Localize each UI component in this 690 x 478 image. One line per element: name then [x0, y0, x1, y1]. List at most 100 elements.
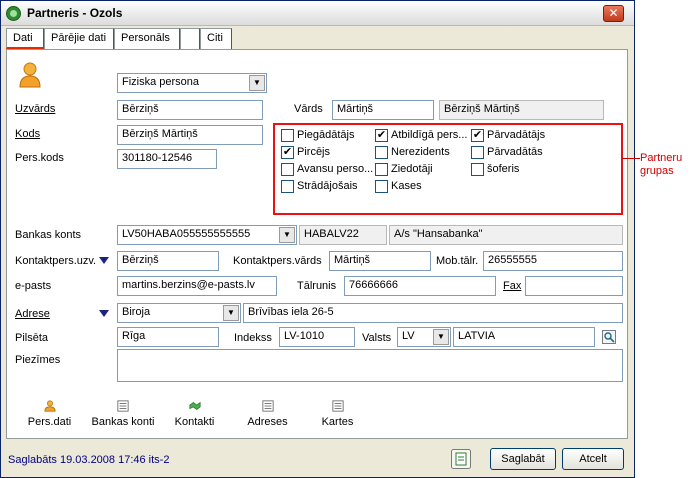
- personal-code-label: Pers.kods: [15, 152, 64, 164]
- person-icon: [43, 400, 56, 412]
- chevron-down-icon[interactable]: ▼: [223, 305, 239, 321]
- search-icon[interactable]: [602, 330, 616, 344]
- group-checkbox[interactable]: [281, 180, 294, 193]
- city-input[interactable]: Rīga: [117, 327, 219, 347]
- annotation-line2: grupas: [640, 165, 674, 177]
- bank-name-field: A/s "Hansabanka": [389, 225, 623, 245]
- country-code-select[interactable]: LV ▼: [397, 327, 451, 347]
- close-button[interactable]: ✕: [603, 5, 624, 22]
- adreses-button[interactable]: Adreses: [235, 400, 300, 428]
- status-bar: Saglabāts 19.03.2008 17:46 its-2 Saglabā…: [6, 446, 628, 472]
- chevron-down-icon[interactable]: ▼: [249, 75, 265, 91]
- group-checkbox[interactable]: [281, 163, 294, 176]
- list-icon: [331, 400, 344, 412]
- person-icon: [19, 62, 41, 88]
- country-label: Valsts: [362, 332, 392, 344]
- partner-window: Partneris - Ozols ✕ Dati Pārējie dati Pe…: [0, 0, 635, 478]
- group-label: Nerezidents: [391, 146, 450, 158]
- bank-account-value: LV50HABA055555555555: [122, 228, 251, 240]
- tab-label: Pārējie dati: [51, 32, 107, 44]
- person-type-select[interactable]: Fiziska persona ▼: [117, 73, 267, 93]
- group-label: Piegādātājs: [297, 129, 355, 141]
- group-checkbox[interactable]: [375, 180, 388, 193]
- group-checkbox[interactable]: [375, 146, 388, 159]
- bank-account-select[interactable]: LV50HABA055555555555 ▼: [117, 225, 297, 245]
- group-checkbox[interactable]: ✔: [471, 129, 484, 142]
- index-input[interactable]: LV-1010: [279, 327, 355, 347]
- group-checkbox[interactable]: ✔: [281, 146, 294, 159]
- personal-code-input[interactable]: 301180-12546: [117, 149, 217, 169]
- toolbar-label: Kartes: [321, 416, 354, 428]
- chevron-down-icon[interactable]: ▼: [433, 329, 449, 345]
- surname-label: Uzvārds: [15, 103, 56, 115]
- arrow-down-icon[interactable]: [99, 310, 109, 317]
- group-checkbox[interactable]: [375, 163, 388, 176]
- tab-label: Dati: [13, 32, 33, 44]
- app-icon: [6, 6, 21, 21]
- list-icon: [117, 400, 129, 412]
- tab-empty[interactable]: [180, 28, 200, 49]
- notes-label: Piezīmes: [15, 354, 61, 366]
- fax-input[interactable]: [525, 276, 623, 296]
- group-label: Atbildīgā pers...: [391, 129, 468, 141]
- tab-content: Fiziska persona ▼ Uzvārds Bērziņš Vārds …: [6, 49, 628, 439]
- tab-citi[interactable]: Citi: [200, 28, 232, 49]
- tab-parejie-dati[interactable]: Pārējie dati: [44, 28, 114, 49]
- country-name-field: LATVIA: [453, 327, 595, 347]
- arrow-down-icon[interactable]: [99, 257, 109, 264]
- phone-label: Tālrunis: [297, 280, 337, 292]
- contact-name-input[interactable]: Mārtiņš: [329, 251, 431, 271]
- country-code-value: LV: [402, 330, 415, 342]
- handshake-icon: [188, 401, 201, 410]
- name-label: Vārds: [294, 103, 323, 115]
- contact-surname-label: Kontaktpers.uzv.: [15, 255, 97, 267]
- tab-dati[interactable]: Dati: [6, 28, 44, 49]
- annotation-label: Partneru grupas: [640, 152, 682, 178]
- tab-label: Personāls: [121, 32, 170, 44]
- address-type-select[interactable]: Biroja ▼: [117, 303, 241, 323]
- pers-dati-button[interactable]: Pers.dati: [17, 400, 82, 428]
- phone-input[interactable]: 76666666: [344, 276, 496, 296]
- save-button[interactable]: Saglabāt: [490, 448, 556, 470]
- full-name-field: Bērziņš Mārtiņš: [439, 100, 604, 120]
- list-icon: [261, 400, 274, 412]
- annotation-line: [622, 158, 640, 159]
- fax-label: Fax: [503, 280, 522, 292]
- address-label: Adrese: [15, 308, 50, 320]
- contact-name-label: Kontaktpers.vārds: [233, 255, 322, 267]
- surname-input[interactable]: Bērziņš: [117, 100, 263, 120]
- address-type-value: Biroja: [122, 306, 151, 318]
- kontakti-button[interactable]: Kontakti: [162, 400, 227, 428]
- index-label: Indekss: [234, 332, 272, 344]
- group-checkbox[interactable]: ✔: [375, 129, 388, 142]
- tab-personals[interactable]: Personāls: [114, 28, 180, 49]
- bankas-konti-button[interactable]: Bankas konti: [87, 400, 159, 428]
- code-input[interactable]: Bērziņš Mārtiņš: [117, 125, 263, 145]
- kartes-button[interactable]: Kartes: [305, 400, 370, 428]
- email-label: e-pasts: [15, 280, 52, 292]
- status-text: Saglabāts 19.03.2008 17:46 its-2: [8, 454, 170, 466]
- toolbar-label: Adreses: [247, 416, 288, 428]
- group-label: Pārvadātājs: [487, 129, 546, 141]
- mobile-label: Mob.tālr.: [436, 255, 479, 267]
- toolbar-label: Bankas konti: [91, 416, 155, 428]
- chevron-down-icon[interactable]: ▼: [279, 227, 295, 243]
- bank-code-field: HABALV22: [299, 225, 387, 245]
- email-input[interactable]: martins.berzins@e-pasts.lv: [117, 276, 277, 296]
- cancel-button[interactable]: Atcelt: [562, 448, 624, 470]
- person-type-value: Fiziska persona: [122, 76, 200, 88]
- notes-textarea[interactable]: [117, 349, 623, 382]
- group-checkbox[interactable]: [471, 163, 484, 176]
- toolbar-label: Pers.dati: [27, 416, 72, 428]
- export-icon[interactable]: [451, 449, 471, 469]
- title-bar: Partneris - Ozols ✕: [1, 1, 634, 26]
- contact-surname-input[interactable]: Bērziņš: [117, 251, 219, 271]
- mobile-input[interactable]: 26555555: [483, 251, 623, 271]
- address-input[interactable]: Brīvības iela 26-5: [243, 303, 623, 323]
- tab-label: Citi: [207, 32, 223, 44]
- group-label: Pircējs: [297, 146, 331, 158]
- bank-account-label: Bankas konts: [15, 229, 82, 241]
- group-checkbox[interactable]: [281, 129, 294, 142]
- name-input[interactable]: Mārtiņš: [332, 100, 434, 120]
- group-checkbox[interactable]: [471, 146, 484, 159]
